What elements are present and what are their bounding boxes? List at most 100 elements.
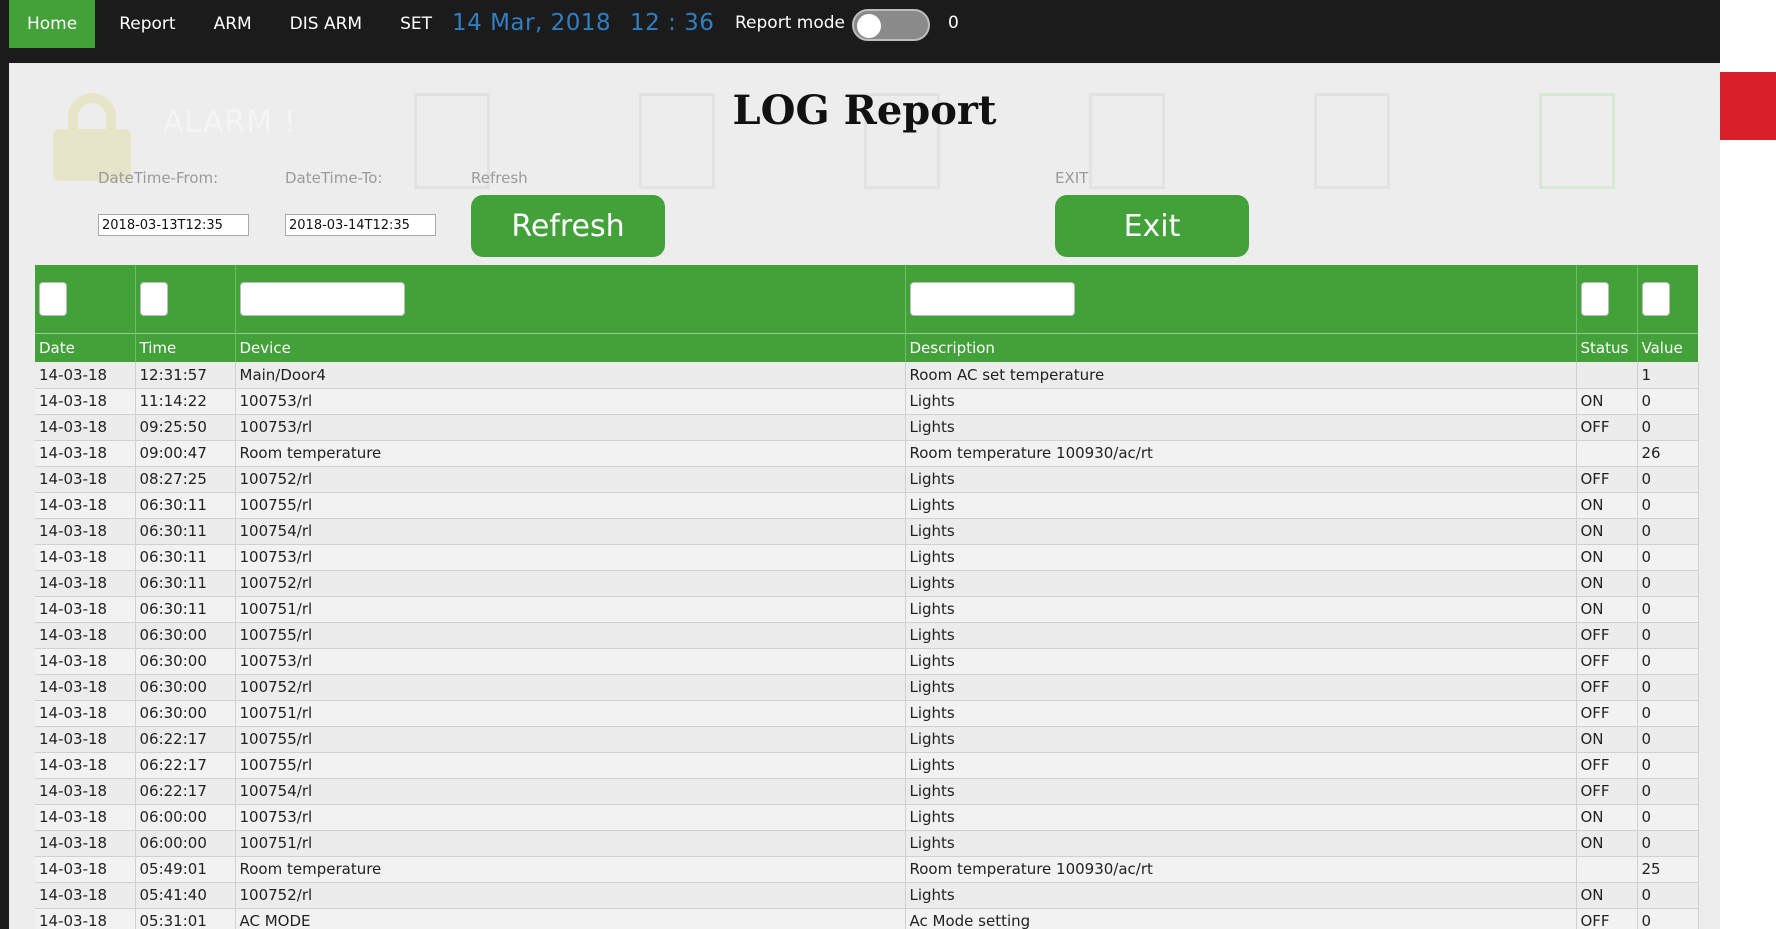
cell-value: 0	[1637, 804, 1699, 831]
cell-description: Lights	[905, 518, 1577, 545]
table-row[interactable]: 14-03-18 06:30:00 100755/rl Lights OFF 0	[35, 622, 1699, 649]
cell-device: 100755/rl	[235, 492, 906, 519]
cell-date: 14-03-18	[35, 388, 136, 415]
left-edge	[0, 63, 9, 929]
table-row[interactable]: 14-03-18 06:30:11 100753/rl Lights ON 0	[35, 544, 1699, 571]
cell-description: Lights	[905, 700, 1577, 727]
column-header-date[interactable]: Date	[35, 332, 136, 362]
table-row[interactable]: 14-03-18 05:31:01 AC MODE Ac Mode setting OF…	[35, 908, 1699, 929]
cell-description: Lights	[905, 596, 1577, 623]
cell-device: 100753/rl	[235, 804, 906, 831]
cell-date: 14-03-18	[35, 830, 136, 857]
cell-device: 100755/rl	[235, 726, 906, 753]
cell-date: 14-03-18	[35, 648, 136, 675]
report-mode-toggle[interactable]	[852, 9, 930, 41]
time-filter-input[interactable]	[139, 281, 168, 316]
cell-time: 06:30:11	[135, 492, 236, 519]
cell-device: 100755/rl	[235, 752, 906, 779]
cell-status: OFF	[1576, 908, 1638, 929]
cell-status	[1576, 362, 1638, 389]
cell-device: 100753/rl	[235, 388, 906, 415]
filter-cell	[135, 265, 236, 333]
cell-value: 1	[1637, 362, 1699, 389]
table-row[interactable]: 14-03-18 06:22:17 100755/rl Lights OFF 0	[35, 752, 1699, 779]
table-row[interactable]: 14-03-18 06:22:17 100754/rl Lights OFF 0	[35, 778, 1699, 805]
table-row[interactable]: 14-03-18 08:27:25 100752/rl Lights OFF 0	[35, 466, 1699, 493]
cell-description: Lights	[905, 570, 1577, 597]
column-header-description[interactable]: Description	[905, 332, 1577, 362]
table-row[interactable]: 14-03-18 11:14:22 100753/rl Lights ON 0	[35, 388, 1699, 415]
cell-time: 05:49:01	[135, 856, 236, 883]
nav-arm[interactable]: ARM	[200, 0, 266, 48]
cell-date: 14-03-18	[35, 362, 136, 389]
table-row[interactable]: 14-03-18 09:00:47 Room temperature Room tem…	[35, 440, 1699, 467]
report-mode-count: 0	[948, 13, 959, 33]
table-row[interactable]: 14-03-18 06:30:11 100751/rl Lights ON 0	[35, 596, 1699, 623]
cell-time: 06:30:11	[135, 570, 236, 597]
alarm-indicator-tab[interactable]	[1720, 72, 1776, 140]
date-filter-input[interactable]	[39, 281, 67, 316]
cell-time: 06:30:11	[135, 596, 236, 623]
cell-description: Lights	[905, 778, 1577, 805]
cell-device: 100752/rl	[235, 674, 906, 701]
column-header-value[interactable]: Value	[1637, 332, 1698, 362]
table-row[interactable]: 14-03-18 06:30:11 100754/rl Lights ON 0	[35, 518, 1699, 545]
cell-description: Lights	[905, 388, 1577, 415]
cell-value: 0	[1637, 466, 1699, 493]
description-filter-input[interactable]	[909, 281, 1075, 316]
datetime-to-input[interactable]	[285, 214, 436, 236]
cell-value: 0	[1637, 830, 1699, 857]
column-header-status[interactable]: Status	[1576, 332, 1638, 362]
device-filter-input[interactable]	[239, 281, 405, 316]
table-row[interactable]: 14-03-18 06:22:17 100755/rl Lights ON 0	[35, 726, 1699, 753]
cell-date: 14-03-18	[35, 622, 136, 649]
cell-description: Lights	[905, 466, 1577, 493]
value-filter-input[interactable]	[1641, 281, 1670, 316]
nav-report[interactable]: Report	[95, 0, 199, 48]
cell-status: OFF	[1576, 414, 1638, 441]
cell-date: 14-03-18	[35, 752, 136, 779]
from-label: DateTime-From:	[98, 169, 219, 187]
cell-value: 0	[1637, 492, 1699, 519]
cell-device: AC MODE	[235, 908, 906, 929]
cell-date: 14-03-18	[35, 466, 136, 493]
nav-set[interactable]: SET	[386, 0, 446, 48]
nav-dis-arm[interactable]: DIS ARM	[266, 0, 386, 48]
table-row[interactable]: 14-03-18 06:30:00 100753/rl Lights OFF 0	[35, 648, 1699, 675]
cell-time: 06:22:17	[135, 752, 236, 779]
cell-value: 0	[1637, 596, 1699, 623]
cell-date: 14-03-18	[35, 674, 136, 701]
datetime-from-input[interactable]	[98, 214, 249, 236]
table-row[interactable]: 14-03-18 06:30:11 100752/rl Lights ON 0	[35, 570, 1699, 597]
column-header-time[interactable]: Time	[135, 332, 236, 362]
table-row[interactable]: 14-03-18 05:49:01 Room temperature Room tem…	[35, 856, 1699, 883]
cell-device: Room temperature	[235, 440, 906, 467]
page-title: LOG Report	[732, 87, 997, 134]
nav-home[interactable]: Home	[9, 0, 96, 48]
status-filter-input[interactable]	[1580, 281, 1609, 316]
log-table: Date Time Device Description Status Valu…	[35, 265, 1699, 929]
table-row[interactable]: 14-03-18 06:30:00 100751/rl Lights OFF 0	[35, 700, 1699, 727]
column-header-device[interactable]: Device	[235, 332, 906, 362]
table-row[interactable]: 14-03-18 09:25:50 100753/rl Lights OFF 0	[35, 414, 1699, 441]
cell-description: Lights	[905, 726, 1577, 753]
cell-status: OFF	[1576, 622, 1638, 649]
table-row[interactable]: 14-03-18 06:30:11 100755/rl Lights ON 0	[35, 492, 1699, 519]
table-row[interactable]: 14-03-18 06:30:00 100752/rl Lights OFF 0	[35, 674, 1699, 701]
cell-description: Room temperature 100930/ac/rt	[905, 440, 1577, 467]
table-row[interactable]: 14-03-18 06:00:00 100753/rl Lights ON 0	[35, 804, 1699, 831]
exit-button[interactable]: Exit	[1055, 195, 1249, 257]
cell-value: 26	[1637, 440, 1699, 467]
table-row[interactable]: 14-03-18 05:41:40 100752/rl Lights ON 0	[35, 882, 1699, 909]
table-row[interactable]: 14-03-18 06:00:00 100751/rl Lights ON 0	[35, 830, 1699, 857]
cell-value: 0	[1637, 544, 1699, 571]
cell-value: 0	[1637, 882, 1699, 909]
table-row[interactable]: 14-03-18 12:31:57 Main/Door4 Room AC set te…	[35, 362, 1699, 389]
cell-value: 0	[1637, 518, 1699, 545]
cell-time: 09:00:47	[135, 440, 236, 467]
cell-device: 100752/rl	[235, 466, 906, 493]
refresh-button[interactable]: Refresh	[471, 195, 665, 257]
cell-date: 14-03-18	[35, 570, 136, 597]
cell-description: Lights	[905, 674, 1577, 701]
cell-value: 0	[1637, 414, 1699, 441]
